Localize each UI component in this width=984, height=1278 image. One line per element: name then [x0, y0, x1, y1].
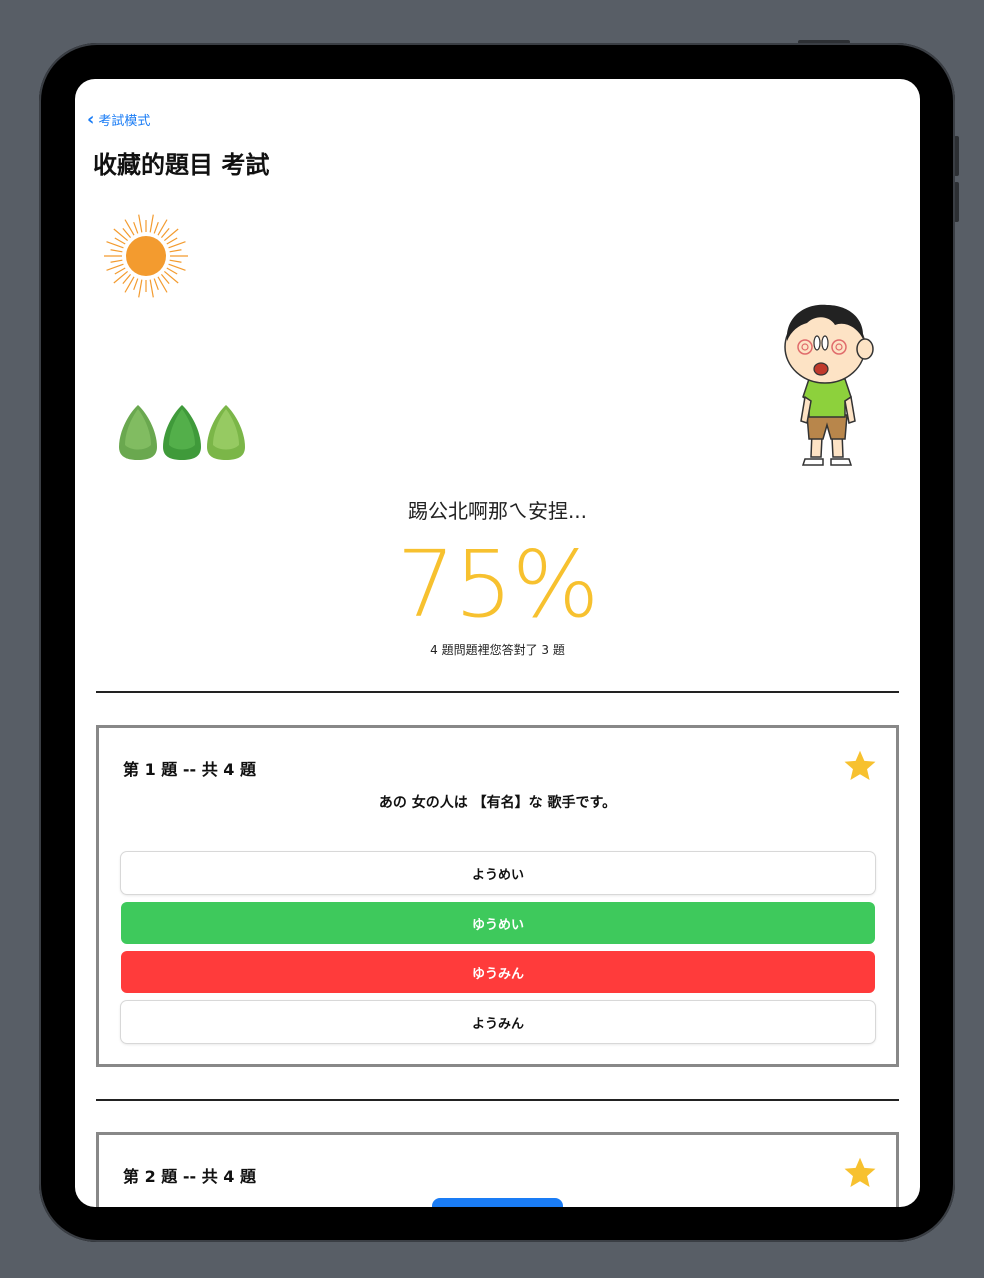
question-card: 第 1 題 -- 共 4 題 あの 女の人は 【有名】な 歌手です。 ようめい … [96, 725, 899, 1067]
answer-option[interactable]: ようめい [121, 852, 875, 894]
star-icon[interactable] [842, 748, 878, 784]
back-button[interactable]: ‹ 考試模式 [87, 110, 150, 129]
score-percentage: 75% [396, 531, 599, 638]
question-header: 第 1 題 -- 共 4 題 [123, 760, 256, 779]
page-title: 收藏的題目 考試 [93, 151, 270, 179]
question-card: 第 2 題 -- 共 4 題 [96, 1132, 899, 1207]
question-header: 第 2 題 -- 共 4 題 [123, 1167, 256, 1186]
answer-option-correct[interactable]: ゆうめい [121, 902, 875, 944]
bottom-action-button[interactable] [432, 1198, 563, 1207]
screen: ‹ 考試模式 收藏的題目 考試 踢公北啊那ㄟ安捏... 75% 4 題問題裡您答… [75, 79, 920, 1207]
question-text: あの 女の人は 【有名】な 歌手です。 [378, 795, 617, 811]
back-label: 考試模式 [98, 114, 151, 129]
answer-option-wrong[interactable]: ゆうみん [121, 951, 875, 993]
trees [117, 403, 247, 461]
boy-illustration [784, 304, 874, 466]
result-message: 踢公北啊那ㄟ安捏... [407, 499, 588, 523]
score-summary: 4 題問題裡您答對了 3 題 [430, 643, 565, 657]
tree-icon [163, 405, 201, 460]
tree-icon [207, 405, 245, 460]
sun-icon [104, 214, 188, 298]
chevron-left-icon: ‹ [87, 108, 95, 130]
divider [96, 691, 899, 693]
star-icon[interactable] [842, 1155, 878, 1191]
tree-icon [119, 405, 157, 460]
answer-option[interactable]: ようみん [121, 1001, 875, 1043]
divider [96, 1099, 899, 1101]
